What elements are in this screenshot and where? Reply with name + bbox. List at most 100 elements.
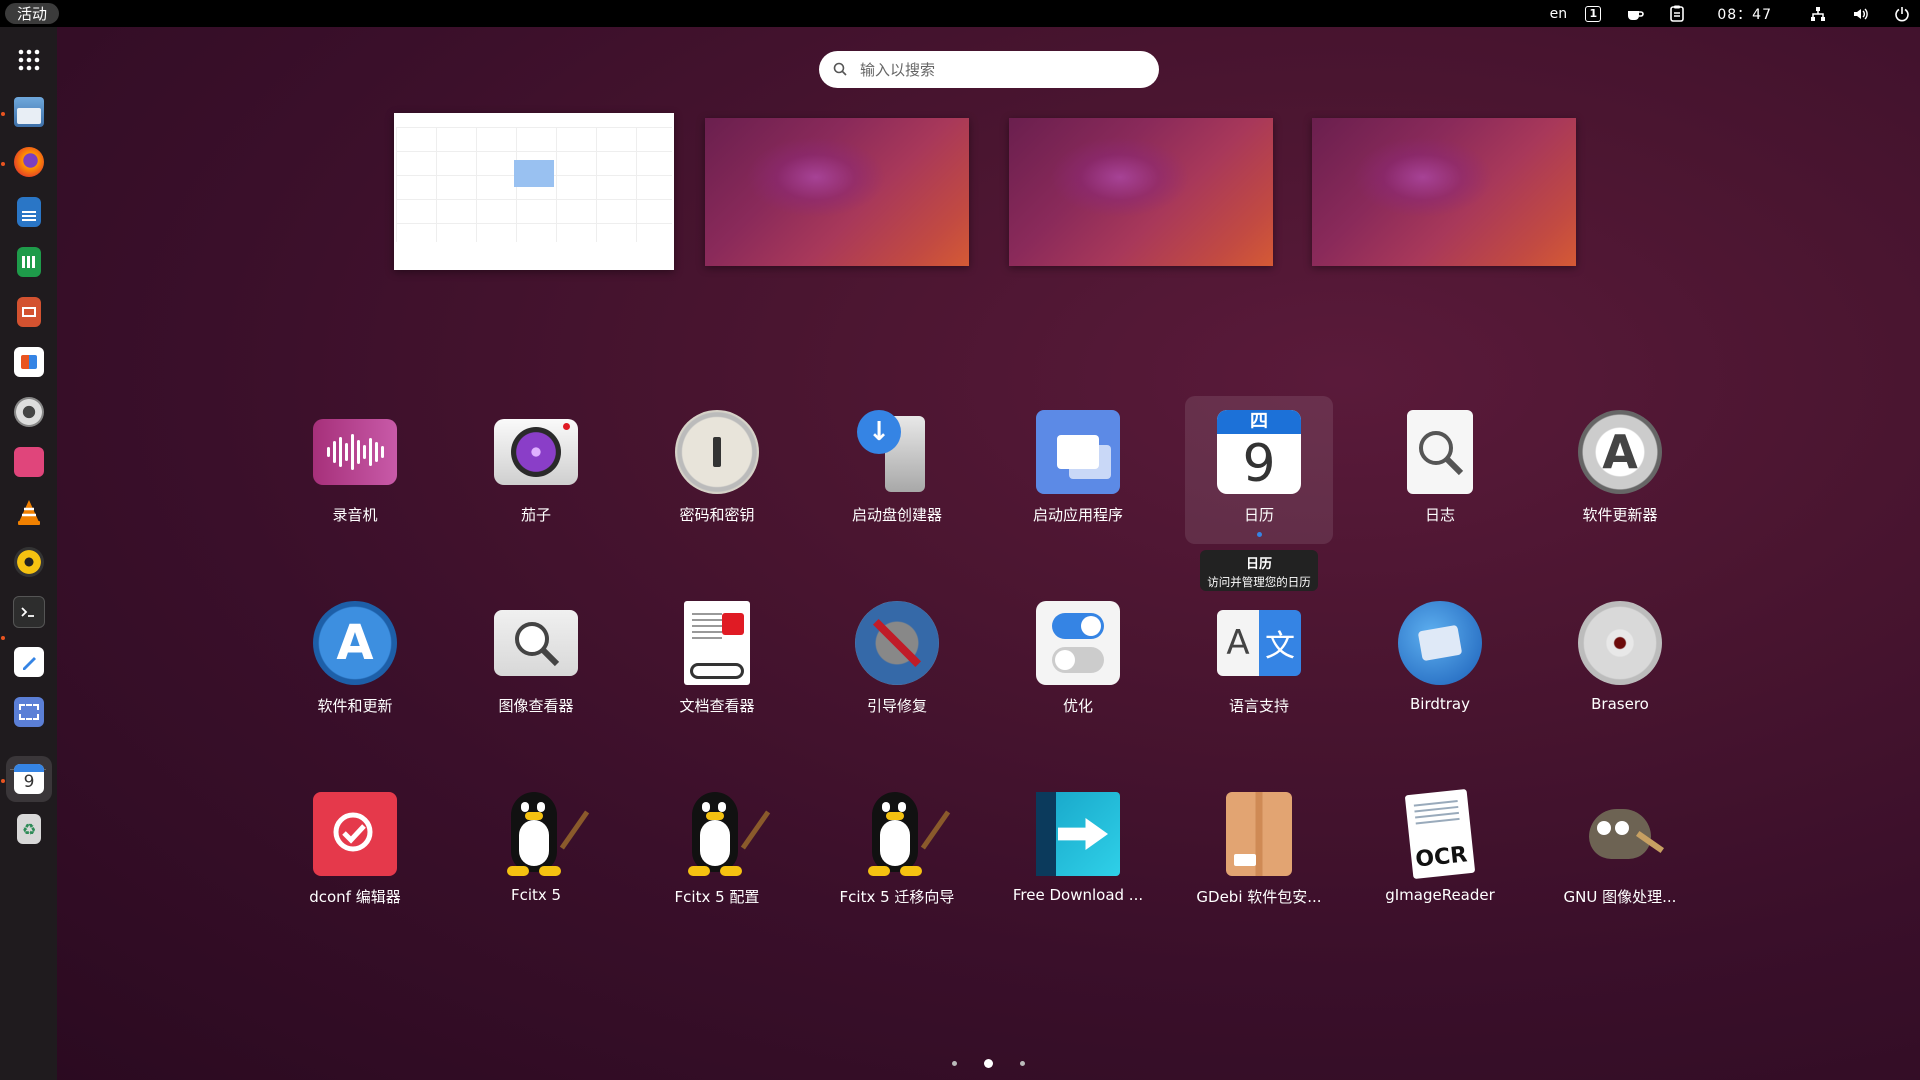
app-dconf-editor[interactable]: dconf 编辑器 <box>281 778 429 926</box>
dock: 9 ♻ <box>0 27 57 1080</box>
calendar-day: 9 <box>1242 434 1276 494</box>
page-dot-1[interactable] <box>952 1061 957 1066</box>
app-fcitx-config[interactable]: Fcitx 5 配置 <box>643 778 791 926</box>
app-free-download-manager[interactable]: Free Download ... <box>1004 778 1152 926</box>
app-document-viewer[interactable]: 文档查看器 <box>643 587 791 735</box>
dconf-editor-icon <box>313 792 397 876</box>
app-label: Fcitx 5 配置 <box>674 888 760 906</box>
startup-disk-creator-icon: ↓ <box>855 410 939 494</box>
page-dot-2[interactable] <box>984 1059 993 1068</box>
running-indicator <box>1257 532 1262 537</box>
workspace-thumbnail-2[interactable] <box>705 118 969 266</box>
boot-repair-icon <box>855 601 939 685</box>
show-apps-button[interactable] <box>6 37 52 83</box>
app-fcitx-migrator[interactable]: Fcitx 5 迁移向导 <box>823 778 971 926</box>
keyboard-layout-icon[interactable]: 1 <box>1583 4 1603 24</box>
gimp-icon <box>1578 792 1665 876</box>
app-label: 语言支持 <box>1228 697 1289 715</box>
app-cheese-camera[interactable]: 茄子 <box>462 396 610 544</box>
network-icon[interactable] <box>1808 4 1828 24</box>
coffee-icon[interactable] <box>1625 4 1645 24</box>
app-startup-disk-creator[interactable]: ↓ 启动盘创建器 <box>823 396 971 544</box>
app-software-updates[interactable]: A 软件和更新 <box>281 587 429 735</box>
app-label: 文档查看器 <box>679 697 755 715</box>
running-indicator <box>1 779 5 783</box>
dock-writer[interactable] <box>6 189 52 235</box>
dock-calendar[interactable]: 9 <box>6 756 52 802</box>
dock-calendar-day: 9 <box>23 772 35 792</box>
vlc-icon <box>14 497 44 527</box>
free-download-manager-icon <box>1036 792 1120 876</box>
clipboard-icon[interactable] <box>1667 4 1687 24</box>
app-sound-recorder[interactable]: 录音机 <box>281 396 429 544</box>
calc-icon <box>17 247 41 277</box>
workspace-thumbnail-4[interactable] <box>1312 118 1576 266</box>
app-gimagereader[interactable]: OCR gImageReader <box>1366 778 1514 926</box>
app-boot-repair[interactable]: 引导修复 <box>823 587 971 735</box>
power-icon[interactable] <box>1892 4 1912 24</box>
dock-calc[interactable] <box>6 239 52 285</box>
activities-button[interactable]: 活动 <box>5 3 60 24</box>
app-startup-applications[interactable]: 启动应用程序 <box>1004 396 1152 544</box>
dock-settings[interactable] <box>6 389 52 435</box>
dock-screenshot[interactable] <box>6 689 52 735</box>
app-label: 启动应用程序 <box>1032 506 1123 524</box>
input-language-indicator[interactable]: en <box>1543 6 1573 22</box>
dock-installer[interactable] <box>6 439 52 485</box>
volume-icon[interactable] <box>1850 4 1870 24</box>
dock-terminal[interactable] <box>6 589 52 635</box>
app-birdtray[interactable]: Birdtray <box>1366 587 1514 735</box>
search-input[interactable] <box>858 59 1142 80</box>
app-label: 启动盘创建器 <box>851 506 942 524</box>
app-label: 软件更新器 <box>1582 506 1658 524</box>
keyboard-layout-number: 1 <box>1585 5 1602 22</box>
dock-firefox[interactable] <box>6 139 52 185</box>
software-updates-icon: A <box>313 601 397 685</box>
tooltip-title: 日历 <box>1245 557 1272 572</box>
workspace-thumbnail-3[interactable] <box>1009 118 1273 266</box>
gdebi-icon <box>1217 792 1301 876</box>
app-software-updater[interactable]: A 软件更新器 <box>1546 396 1694 544</box>
gimagereader-icon: OCR <box>1398 788 1482 880</box>
dock-text-editor[interactable] <box>6 639 52 685</box>
app-brasero[interactable]: Brasero <box>1546 587 1694 735</box>
app-fcitx[interactable]: Fcitx 5 <box>462 778 610 926</box>
app-label: GDebi 软件包安... <box>1196 888 1322 906</box>
app-label: Fcitx 5 迁移向导 <box>839 888 955 906</box>
app-language-support[interactable]: A 文语言支持 <box>1185 587 1333 735</box>
app-gimp[interactable]: GNU 图像处理... <box>1546 778 1694 926</box>
app-label: 录音机 <box>332 506 378 524</box>
language-support-icon: A文 <box>1217 601 1301 685</box>
sound-recorder-icon <box>313 410 397 494</box>
page-dot-3[interactable] <box>1020 1061 1025 1066</box>
dock-trash[interactable]: ♻ <box>6 806 52 852</box>
running-indicator <box>1 162 5 166</box>
app-label: 优化 <box>1062 697 1093 715</box>
search-bar[interactable] <box>819 51 1159 88</box>
calendar-selected-cell <box>514 160 554 187</box>
app-logs[interactable]: 日志 <box>1366 396 1514 544</box>
app-label: 引导修复 <box>866 697 927 715</box>
running-indicator <box>1 112 5 116</box>
dock-impress[interactable] <box>6 289 52 335</box>
settings-icon <box>14 397 44 427</box>
app-passwords-keys[interactable]: 密码和密钥 <box>643 396 791 544</box>
dock-software[interactable] <box>6 339 52 385</box>
system-tray[interactable]: en 1 08：47 <box>1543 0 1920 27</box>
dock-files[interactable] <box>6 89 52 135</box>
fcitx-config-icon <box>675 792 771 876</box>
app-gdebi[interactable]: GDebi 软件包安... <box>1185 778 1333 926</box>
dock-rhythmbox[interactable] <box>6 539 52 585</box>
image-viewer-icon <box>494 601 578 685</box>
clock[interactable]: 08：47 <box>1717 4 1772 24</box>
app-label: 密码和密钥 <box>679 506 755 524</box>
app-calendar[interactable]: 四 9 日历 <box>1185 396 1333 544</box>
calendar-icon: 四9 <box>1217 410 1301 494</box>
dock-vlc[interactable] <box>6 489 52 535</box>
app-image-viewer[interactable]: 图像查看器 <box>462 587 610 735</box>
language-glyph-a: A <box>1217 610 1259 676</box>
running-indicator <box>1 636 5 640</box>
startup-applications-icon <box>1036 410 1120 494</box>
app-tweaks[interactable]: 优化 <box>1004 587 1152 735</box>
workspace-thumbnail-1[interactable] <box>394 113 674 270</box>
